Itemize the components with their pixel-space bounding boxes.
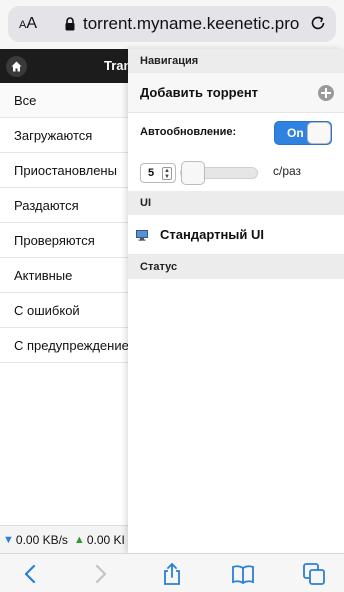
filter-error[interactable]: С ошибкой: [0, 293, 140, 328]
refresh-rate-unit: с/раз: [273, 164, 302, 178]
settings-panel: Навигация Добавить торрент Автообновлени…: [128, 49, 344, 553]
reload-icon[interactable]: [309, 14, 327, 32]
status-header: Статус: [128, 255, 344, 279]
autorefresh-toggle[interactable]: On: [274, 121, 332, 145]
bookmarks-icon[interactable]: [232, 563, 254, 585]
autorefresh-label: Автообновление:: [140, 126, 237, 138]
toggle-on-label: On: [287, 126, 304, 140]
speed-status-bar: ▼ 0.00 KB/s ▲ 0.00 KI: [0, 525, 140, 553]
toggle-knob[interactable]: [307, 122, 331, 144]
text-size-button[interactable]: AA: [19, 15, 37, 33]
stepper-arrows-icon[interactable]: ▲ ▼: [162, 167, 172, 180]
share-icon[interactable]: [161, 563, 183, 585]
back-icon[interactable]: [20, 563, 42, 585]
download-speed: 0.00 KB/s: [15, 532, 68, 547]
ui-header: UI: [128, 191, 344, 215]
plus-circle-icon: [318, 85, 334, 101]
browser-address-area: AA torrent.myname.keenetic.pro: [0, 0, 344, 49]
home-icon: [11, 61, 22, 72]
monitor-icon: [136, 230, 148, 241]
add-torrent-label: Добавить торрент: [140, 85, 259, 100]
lock-icon: [65, 17, 75, 31]
filter-paused[interactable]: Приостановлены: [0, 153, 140, 188]
app-header: Tran: [0, 49, 140, 83]
navigation-header: Навигация: [128, 49, 344, 73]
upload-arrow-icon: ▲: [73, 533, 85, 546]
browser-toolbar: [0, 553, 344, 592]
filter-downloading[interactable]: Загружаются: [0, 118, 140, 153]
slider-handle[interactable]: [181, 161, 205, 185]
standard-ui-button[interactable]: Стандартный UI: [128, 215, 344, 255]
download-arrow-icon: ▼: [3, 533, 14, 546]
filter-active[interactable]: Активные: [0, 258, 140, 293]
filter-list: Все Загружаются Приостановлены Раздаются…: [0, 83, 140, 363]
autorefresh-row: Автообновление: On: [128, 113, 344, 151]
refresh-rate-value: 5: [148, 167, 155, 179]
filter-warning[interactable]: С предупреждение: [0, 328, 140, 363]
refresh-rate-stepper[interactable]: 5 ▲ ▼: [140, 163, 176, 183]
address-bar[interactable]: AA torrent.myname.keenetic.pro: [8, 6, 336, 42]
standard-ui-label: Стандартный UI: [160, 227, 265, 242]
filter-all[interactable]: Все: [0, 83, 140, 118]
home-button[interactable]: [6, 56, 27, 77]
filter-seeding[interactable]: Раздаются: [0, 188, 140, 223]
filter-checking[interactable]: Проверяются: [0, 223, 140, 258]
forward-icon[interactable]: [89, 563, 111, 585]
tabs-icon[interactable]: [303, 563, 325, 585]
filter-sidebar: Tran Все Загружаются Приостановлены Разд…: [0, 49, 140, 553]
upload-speed: 0.00 KI: [86, 532, 125, 547]
refresh-rate-row: 5 ▲ ▼ с/раз: [128, 151, 344, 191]
url-text[interactable]: torrent.myname.keenetic.pro: [83, 14, 299, 34]
add-torrent-button[interactable]: Добавить торрент: [128, 73, 344, 113]
